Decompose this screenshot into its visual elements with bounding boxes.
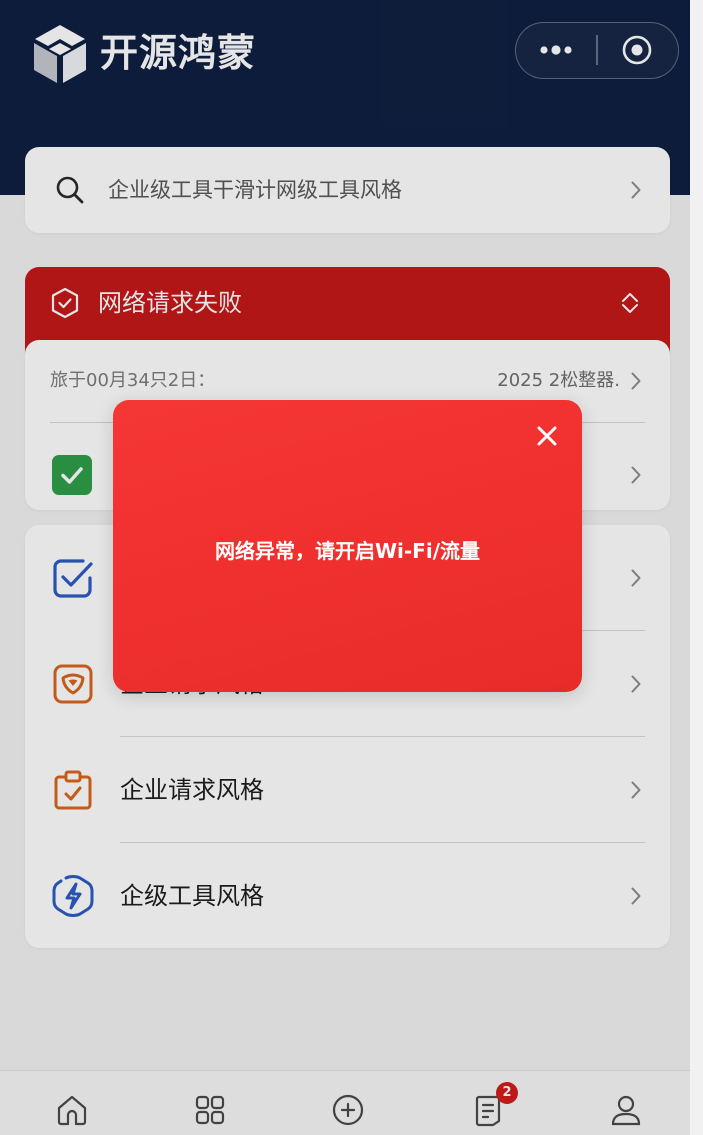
close-icon[interactable] [536,425,558,447]
modal-message: 网络异常，请开启Wi-Fi/流量 [214,539,481,563]
network-error-modal: 网络异常，请开启Wi-Fi/流量 [113,400,582,692]
app-screen: 开源鸿蒙 企业级工具干滑计网级工具风格 网络请求失败 旅于00月34只2日： 2… [0,0,690,1135]
